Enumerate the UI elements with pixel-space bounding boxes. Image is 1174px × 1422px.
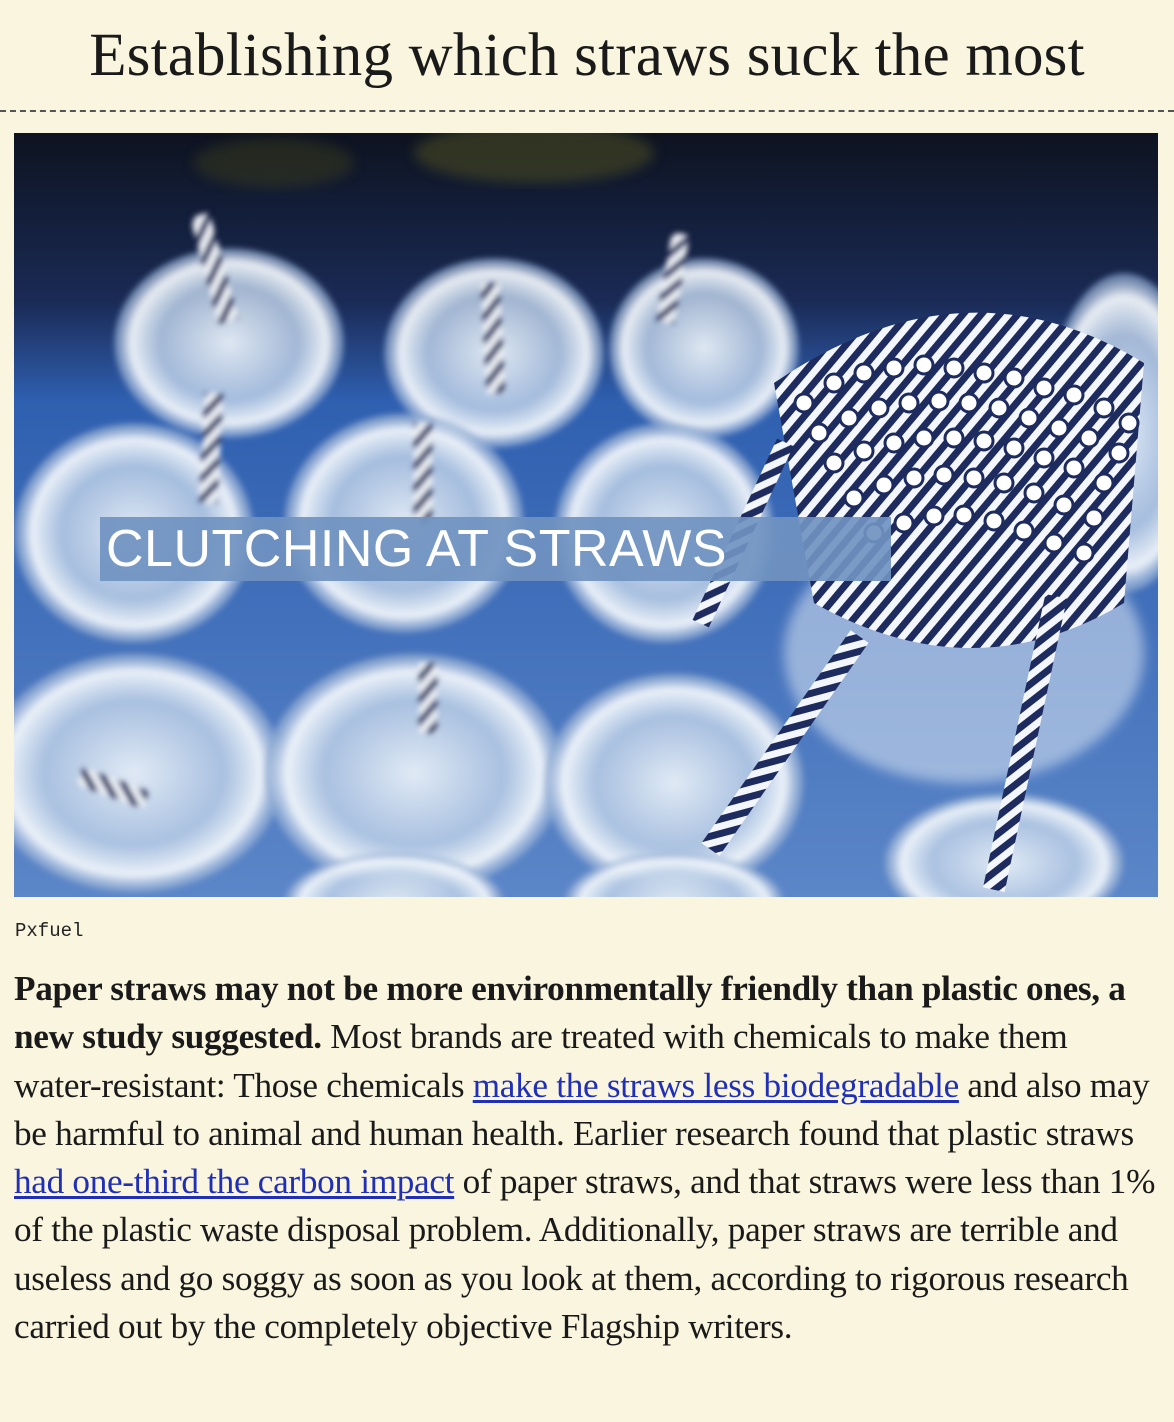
straws-in-jars-image (14, 133, 1158, 897)
link-carbon-impact[interactable]: had one-third the carbon impact (14, 1162, 454, 1201)
headline: Establishing which straws suck the most (89, 22, 1085, 89)
dashed-divider (0, 110, 1174, 112)
photo-credit: Pxfuel (15, 920, 84, 942)
article-page: Establishing which straws suck the most (0, 0, 1174, 1422)
image-overlay-caption: CLUTCHING AT STRAWS (100, 517, 891, 581)
article-photo: CLUTCHING AT STRAWS (14, 133, 1158, 897)
link-less-biodegradable[interactable]: make the straws less biodegradable (473, 1066, 959, 1105)
article-body: Paper straws may not be more environment… (14, 965, 1160, 1351)
